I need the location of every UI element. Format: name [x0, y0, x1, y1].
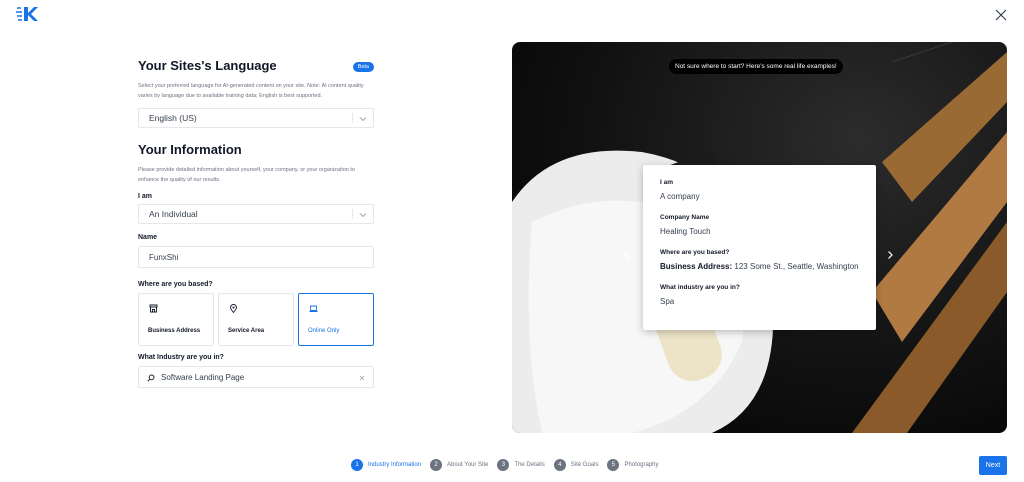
step-number: 2: [430, 459, 443, 471]
name-label: Name: [138, 234, 158, 241]
step-photography[interactable]: 5 Photography: [607, 459, 658, 471]
industry-search-input[interactable]: Software Landing Page: [138, 366, 374, 388]
chevron-down-icon: [359, 213, 367, 218]
information-description: Please provide detailed information abou…: [138, 167, 355, 183]
i-am-select-value: An Individual: [149, 209, 198, 219]
example-card: I am A company Company Name Healing Touc…: [643, 165, 876, 330]
next-button[interactable]: Next: [979, 456, 1007, 475]
example-q2: Company Name: [660, 214, 710, 221]
step-number: 5: [607, 459, 620, 471]
online-only-label: Online Only: [308, 328, 340, 334]
language-select[interactable]: English (US): [138, 108, 374, 128]
i-am-select[interactable]: An Individual: [138, 204, 374, 224]
examples-hint: Not sure where to start? Here's some rea…: [669, 59, 843, 74]
language-title: Your Sites's Language: [138, 58, 277, 73]
step-label: Industry Information: [368, 462, 422, 468]
close-icon[interactable]: [994, 8, 1008, 22]
laptop-icon: [309, 305, 318, 312]
chevron-right-icon[interactable]: [885, 250, 895, 260]
online-only-option[interactable]: Online Only: [298, 293, 374, 346]
service-area-option[interactable]: Service Area: [218, 293, 294, 346]
step-about-your-site[interactable]: 2 About Your Site: [430, 459, 488, 471]
example-a1: A company: [660, 192, 700, 201]
chevron-left-icon[interactable]: [622, 250, 632, 260]
example-panel: Not sure where to start? Here's some rea…: [512, 42, 1007, 433]
step-label: The Details: [514, 462, 545, 468]
step-label: About Your Site: [447, 462, 489, 468]
example-a3: Business Address: 123 Some St., Seattle,…: [660, 262, 859, 271]
chevron-down-icon: [359, 117, 367, 122]
step-label: Photography: [624, 462, 659, 468]
business-address-label: Business Address: [148, 328, 201, 334]
search-icon: [147, 374, 155, 382]
progress-stepper: 1 Industry Information 2 About Your Site…: [351, 459, 667, 471]
name-input-value: FunxShi: [149, 252, 179, 262]
language-select-value: English (US): [149, 113, 197, 123]
example-a2: Healing Touch: [660, 227, 711, 236]
step-number: 3: [497, 459, 510, 471]
example-a4: Spa: [660, 297, 675, 306]
industry-input-value: Software Landing Page: [161, 372, 245, 382]
select-divider: [352, 209, 353, 219]
step-label: Site Goals: [570, 462, 599, 468]
brand-logo-icon[interactable]: [16, 6, 38, 22]
language-description: Select your preferred language for AI-ge…: [138, 83, 364, 99]
example-a3-value: 123 Some St., Seattle, Washington: [734, 262, 859, 271]
storefront-icon: [149, 304, 158, 313]
name-input[interactable]: FunxShi: [138, 246, 374, 268]
based-options: Business Address Service Area Online Onl…: [138, 293, 374, 346]
site-info-form: Your Sites's Language Beta Select your p…: [138, 58, 374, 388]
select-divider: [352, 113, 353, 123]
step-number: 1: [351, 459, 363, 471]
i-am-label: I am: [138, 193, 153, 200]
example-q3: Where are you based?: [660, 249, 730, 256]
step-industry-information[interactable]: 1 Industry Information: [351, 459, 421, 471]
example-q4: What industry are you in?: [660, 284, 740, 291]
step-the-details[interactable]: 3 The Details: [497, 459, 545, 471]
map-pin-icon: [230, 304, 237, 313]
step-site-goals[interactable]: 4 Site Goals: [553, 459, 599, 471]
information-title: Your Information: [138, 142, 242, 157]
example-q1: I am: [660, 179, 674, 186]
business-address-option[interactable]: Business Address: [138, 293, 214, 346]
example-a3-label: Business Address:: [660, 262, 733, 271]
based-label: Where are you based?: [138, 281, 213, 288]
clear-icon[interactable]: [359, 375, 365, 381]
language-section: Your Sites's Language Beta: [138, 58, 374, 73]
step-number: 4: [553, 459, 566, 471]
beta-badge: Beta: [352, 62, 374, 72]
industry-label: What Industry are you in?: [138, 354, 224, 361]
service-area-label: Service Area: [228, 328, 265, 334]
